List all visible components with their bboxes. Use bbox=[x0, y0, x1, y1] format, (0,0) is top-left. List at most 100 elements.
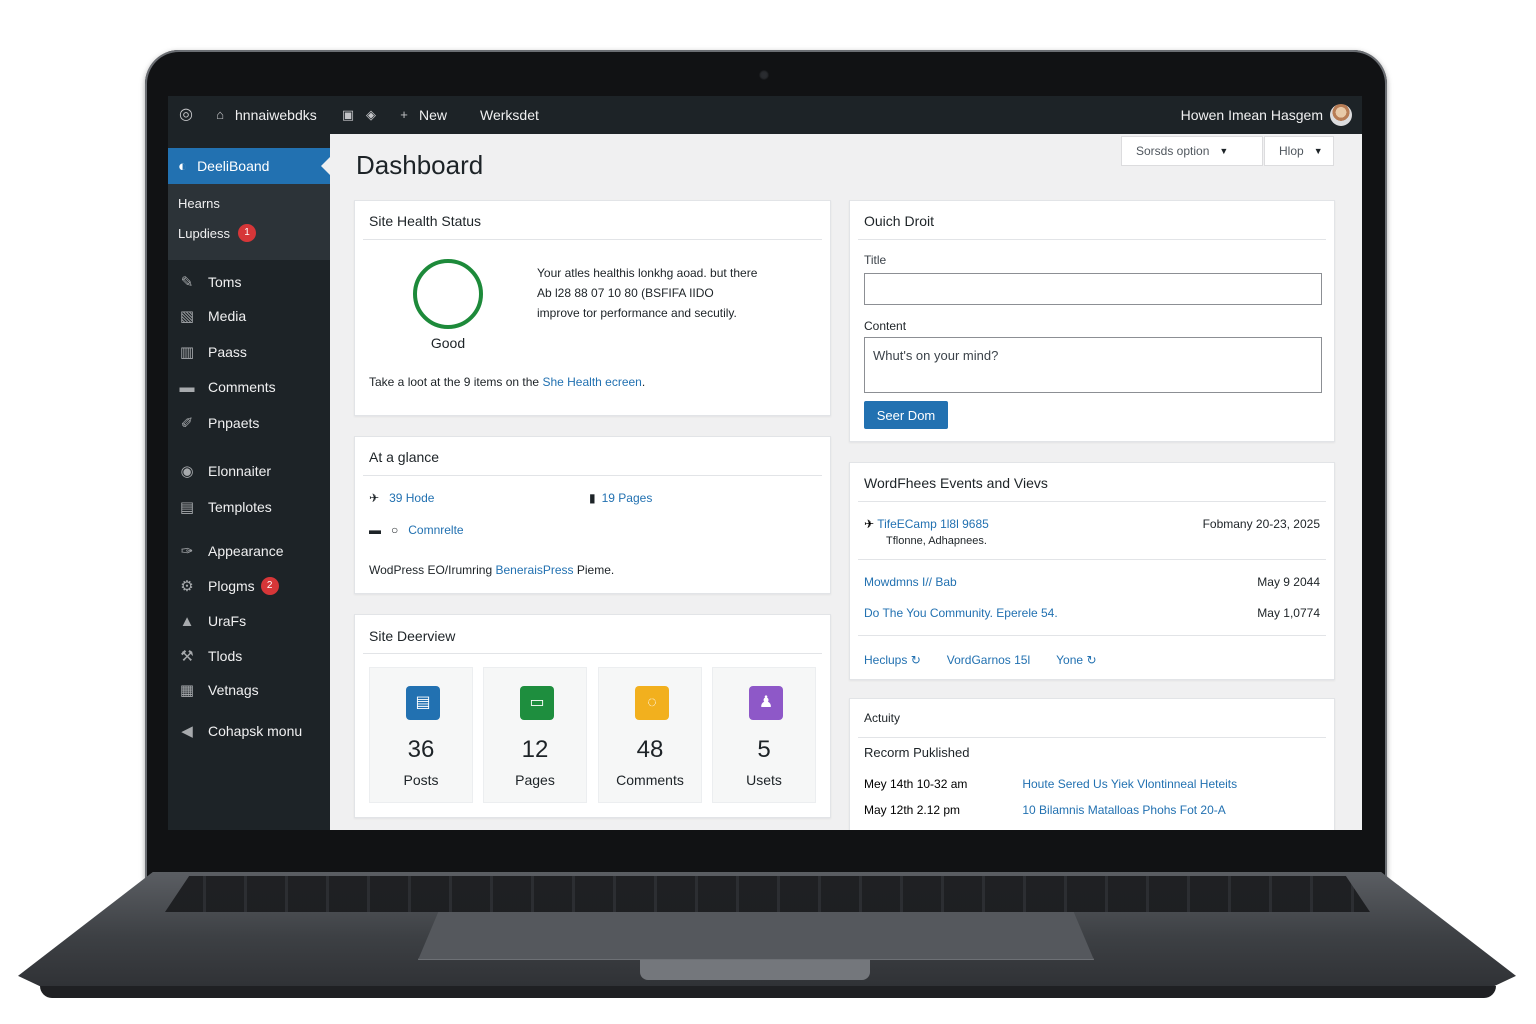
health-footer: Take a loot at the 9 items on the She He… bbox=[369, 375, 646, 389]
page-title: Dashboard bbox=[356, 150, 484, 180]
sidebar-item-tools[interactable]: ⚒ Tlods bbox=[178, 644, 242, 668]
sidebar-item-media[interactable]: ▧ Media bbox=[178, 304, 246, 328]
site-name-link[interactable]: ⌂ hnnaiwebdks bbox=[212, 96, 317, 134]
theme-link[interactable]: BeneraisPress bbox=[496, 563, 574, 577]
widget-title: WordFhees Events and Vievs bbox=[864, 475, 1048, 491]
keyboard bbox=[165, 876, 1370, 912]
divider bbox=[858, 737, 1326, 738]
activity-post-link[interactable]: Houte Sered Us Yiek Vlontinneal Heteits bbox=[1022, 777, 1237, 791]
plugins-icon: ⚙ bbox=[180, 578, 194, 595]
sidebar-item-pages[interactable]: ▥ Paass bbox=[178, 340, 247, 364]
chevron-down-icon: ▼ bbox=[1219, 146, 1229, 156]
posts-icon: ▤ bbox=[406, 686, 440, 720]
meetup-icon: ✈ bbox=[864, 517, 875, 531]
glance-footer: WodPress EO/Irumring BeneraisPress Pieme… bbox=[369, 563, 615, 577]
activity-widget: Actuity Recorm Puklished Mey 14th 10-32 … bbox=[849, 698, 1335, 830]
activity-item: Mey 14th 10-32 am Houte Sered Us Yiek Vl… bbox=[864, 777, 1238, 791]
divider bbox=[858, 501, 1326, 502]
site-health-widget: Site Health Status Good Your atles healt… bbox=[354, 200, 831, 416]
news-item[interactable]: Do The You Community. Eperele 54. May 1,… bbox=[864, 606, 1320, 620]
users-icon: ♟ bbox=[749, 686, 783, 720]
activity-post-link[interactable]: 10 Bilamnis Matalloas Phohs Fot 20-A bbox=[1022, 803, 1225, 817]
help-button[interactable]: Hlop ▼ bbox=[1264, 136, 1334, 166]
news-link[interactable]: Yone ↻ bbox=[1056, 653, 1096, 667]
health-message: Your atles healthis lonkhg aoad. but the… bbox=[537, 266, 758, 320]
pin-icon: ✎ bbox=[180, 274, 194, 291]
widget-title: Site Health Status bbox=[369, 213, 482, 229]
pages-icon: ▥ bbox=[179, 344, 195, 361]
external-link-icon: ↻ bbox=[910, 653, 921, 667]
title-label: Title bbox=[864, 253, 887, 267]
divider bbox=[363, 653, 822, 654]
meetups-link[interactable]: Heclups ↻ bbox=[864, 653, 921, 667]
screen: ◎ ⌂ hnnaiwebdks ▣ ◈ + New Werksdet Howen… bbox=[168, 96, 1362, 830]
glance-posts[interactable]: ✈ 39 Hode bbox=[369, 491, 434, 505]
plus-icon: + bbox=[400, 107, 408, 122]
quick-draft-widget: Ouich Droit Title Content Whut's on your… bbox=[849, 200, 1335, 442]
divider bbox=[858, 239, 1326, 240]
stat-tile-pages[interactable]: ▭ 12 Pages bbox=[483, 667, 587, 803]
sidebar-item-dashboard[interactable]: ◐ DeeliBoand bbox=[168, 148, 330, 184]
elementor-icon: ◉ bbox=[180, 463, 194, 480]
lid-notch bbox=[640, 960, 870, 980]
sidebar-item-comments[interactable]: ▬ Comments bbox=[178, 375, 276, 399]
projects-icon: ✐ bbox=[180, 415, 194, 432]
event-item[interactable]: ✈ TifeECamp 1l8l 9685 Fobmany 20-23, 202… bbox=[864, 517, 1320, 547]
screen-icon: ▣ bbox=[341, 107, 355, 122]
customize-link[interactable]: ▣ ◈ bbox=[340, 96, 379, 134]
webcam bbox=[759, 70, 769, 80]
site-health-screen-link[interactable]: She Health ecreen bbox=[542, 375, 641, 389]
divider bbox=[363, 475, 822, 476]
admin-bar: ◎ ⌂ hnnaiwebdks ▣ ◈ + New Werksdet Howen… bbox=[168, 96, 1362, 134]
health-status-ring bbox=[413, 259, 483, 329]
trackpad bbox=[418, 912, 1094, 960]
sidebar-collapse-menu[interactable]: ◀ Cohapsk monu bbox=[178, 719, 302, 743]
news-item[interactable]: Mowdmns I// Bab May 9 2044 bbox=[864, 575, 1320, 589]
new-content-link[interactable]: + New bbox=[396, 96, 447, 134]
divider bbox=[363, 239, 822, 240]
pin-icon: ✈ bbox=[369, 491, 380, 505]
pages-icon: ▮ bbox=[589, 491, 596, 505]
screen-options-button[interactable]: Sorsds option ▼ bbox=[1121, 136, 1263, 166]
sidebar-item-plugins[interactable]: ⚙ Plogms 2 bbox=[178, 574, 279, 598]
at-a-glance-widget: At a glance ✈ 39 Hode ▮ 19 Pages ▬ ○ Comnrel… bbox=[354, 436, 831, 594]
stat-tile-comments[interactable]: ◌ 48 Comments bbox=[598, 667, 702, 803]
glance-comments[interactable]: ▬ ○ Comnrelte bbox=[369, 523, 464, 537]
sidebar-item-templates[interactable]: ▤ Templotes bbox=[178, 495, 272, 519]
comments-icon: ▬ bbox=[369, 523, 381, 537]
draft-title-input[interactable] bbox=[864, 273, 1322, 305]
media-icon: ▧ bbox=[179, 308, 195, 325]
widget-title: At a glance bbox=[369, 449, 440, 465]
sidebar-item-users[interactable]: ▲ UraFs bbox=[178, 609, 247, 633]
settings-icon: ▦ bbox=[179, 682, 195, 699]
stat-tile-users[interactable]: ♟ 5 Usets bbox=[712, 667, 816, 803]
submenu-item-updates[interactable]: Lupdiess 1 bbox=[178, 224, 257, 242]
submenu-item-home[interactable]: Hearns bbox=[178, 196, 220, 211]
draft-content-textarea[interactable]: Whut's on your mind? bbox=[864, 337, 1322, 393]
activity-item: May 12th 2.12 pm 10 Bilamnis Matalloas P… bbox=[864, 803, 1226, 817]
sidebar-item-projects[interactable]: ✐ Pnpaets bbox=[178, 411, 260, 435]
dashboard-submenu: Hearns Lupdiess 1 bbox=[168, 184, 330, 260]
wordcamps-link[interactable]: VordGarnos 15l bbox=[947, 653, 1030, 667]
workspace-link[interactable]: Werksdet bbox=[480, 96, 539, 134]
sidebar-item-appearance[interactable]: ✑ Appearance bbox=[178, 539, 284, 563]
refresh-icon: ○ bbox=[391, 523, 399, 537]
sidebar-item-posts[interactable]: ✎ Toms bbox=[178, 270, 242, 294]
plugins-count-badge: 2 bbox=[260, 577, 279, 595]
templates-icon: ▤ bbox=[179, 499, 195, 516]
sidebar-item-elementor[interactable]: ◉ Elonnaiter bbox=[178, 459, 271, 483]
events-news-widget: WordFhees Events and Vievs ✈ TifeECamp 1… bbox=[849, 462, 1335, 680]
updates-count-badge: 1 bbox=[238, 224, 257, 242]
user-account-link[interactable]: Howen Imean Hasgem bbox=[1181, 96, 1352, 134]
save-draft-button[interactable]: Seer Dom bbox=[864, 401, 948, 429]
stat-tile-posts[interactable]: ▤ 36 Posts bbox=[369, 667, 473, 803]
divider bbox=[858, 635, 1326, 636]
sidebar-item-settings[interactable]: ▦ Vetnags bbox=[178, 678, 259, 702]
wordpress-logo-icon[interactable]: ◎ bbox=[178, 96, 194, 134]
recently-published-heading: Recorm Puklished bbox=[864, 745, 970, 760]
widget-title: Ouich Droit bbox=[864, 213, 935, 229]
content-label: Content bbox=[864, 319, 907, 333]
dashboard-icon: ◐ bbox=[178, 157, 188, 175]
glance-pages[interactable]: ▮ 19 Pages bbox=[589, 491, 652, 505]
comments-icon: ◌ bbox=[635, 686, 669, 720]
